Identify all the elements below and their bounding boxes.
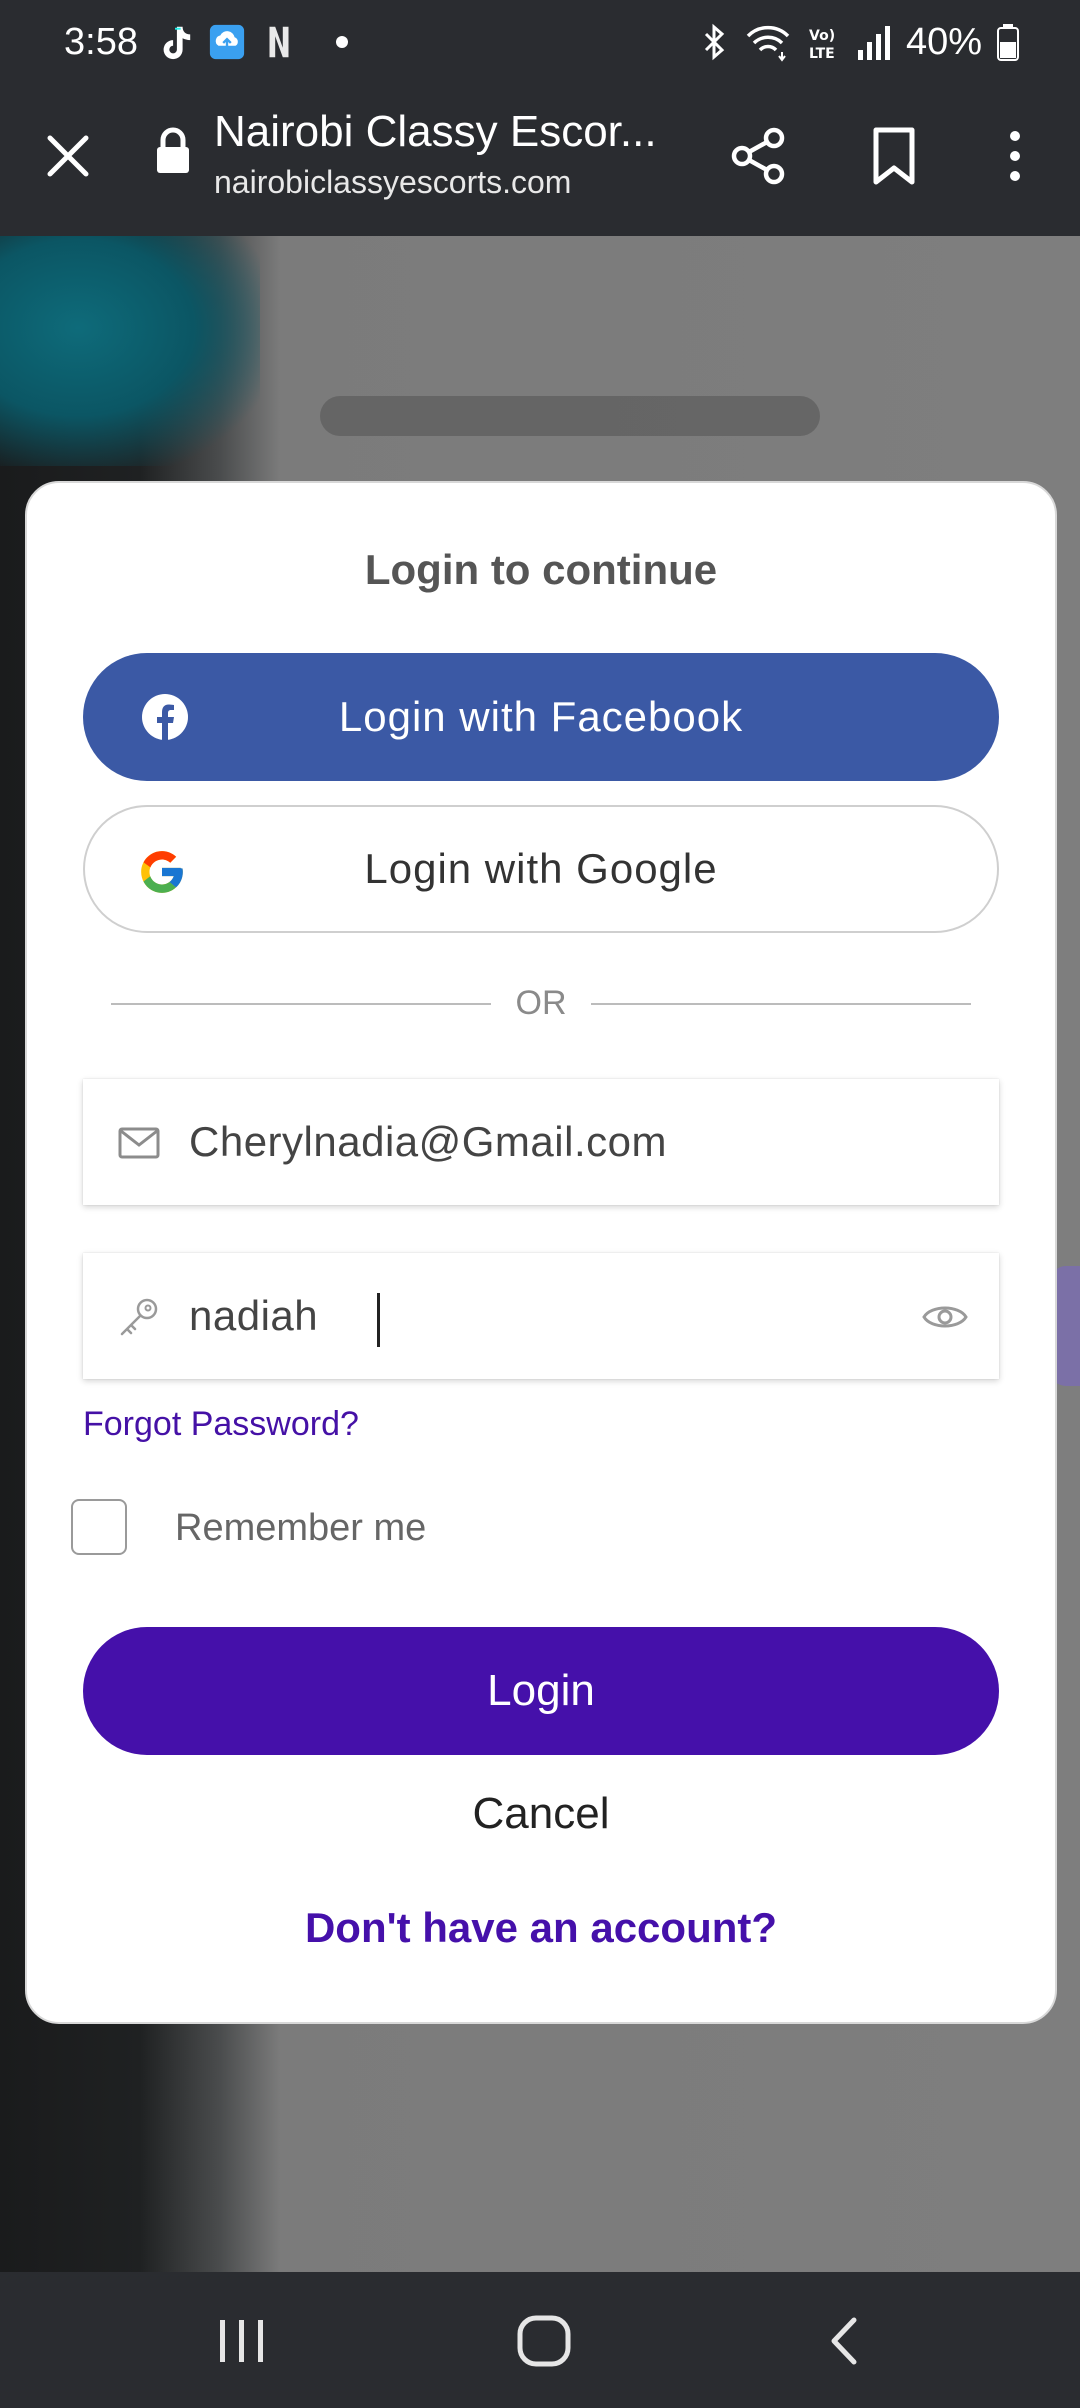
svg-text:LTE: LTE: [809, 46, 835, 62]
email-input[interactable]: [189, 1107, 889, 1177]
cloud-upload-icon: [209, 24, 245, 60]
recent-apps-icon[interactable]: [216, 2316, 268, 2366]
battery-icon: [997, 24, 1019, 61]
svg-text:Vo): Vo): [809, 28, 835, 44]
volte-icon: Vo) LTE: [809, 28, 835, 62]
notification-dot: [336, 36, 348, 48]
home-icon[interactable]: [516, 2314, 572, 2368]
cancel-button[interactable]: Cancel: [27, 1789, 1055, 1839]
text-cursor: [377, 1293, 380, 1347]
key-icon: [120, 1298, 158, 1336]
login-modal: Login to continue Login with Facebook Lo…: [25, 481, 1057, 2024]
show-password-icon[interactable]: [921, 1297, 969, 1337]
email-field[interactable]: [83, 1079, 999, 1205]
facebook-button-label: Login with Facebook: [338, 693, 744, 740]
remember-me-option[interactable]: Remember me: [71, 1499, 571, 1559]
login-button-label: Login: [487, 1666, 595, 1715]
bookmark-icon[interactable]: [868, 126, 920, 186]
browser-toolbar: Nairobi Classy Escor... nairobiclassyesc…: [0, 84, 1080, 236]
more-options-icon[interactable]: [1000, 126, 1030, 186]
forgot-password-link[interactable]: Forgot Password?: [83, 1403, 359, 1445]
signal-icon: [857, 26, 890, 60]
remember-me-label[interactable]: Remember me: [175, 1507, 426, 1549]
backdrop-text-blur: [320, 396, 820, 436]
wifi-icon: [746, 25, 790, 62]
back-icon[interactable]: [824, 2314, 864, 2368]
backdrop-image-blur: [0, 236, 260, 466]
tiktok-icon: [163, 26, 191, 60]
page-title[interactable]: Nairobi Classy Escor...: [214, 106, 674, 158]
share-icon[interactable]: [728, 126, 788, 186]
or-divider: OR: [111, 983, 971, 1023]
remember-me-checkbox[interactable]: [71, 1499, 127, 1555]
signup-link[interactable]: Don't have an account?: [27, 1903, 1055, 1953]
netflix-icon: [269, 26, 289, 58]
login-button[interactable]: Login: [83, 1627, 999, 1755]
google-button-label: Login with Google: [364, 845, 718, 892]
system-indicators: Vo) LTE 40%: [700, 18, 1020, 66]
page-url[interactable]: nairobiclassyescorts.com: [214, 162, 571, 202]
login-google-button[interactable]: Login with Google: [83, 805, 999, 933]
system-navigation-bar: [0, 2272, 1080, 2408]
login-facebook-button[interactable]: Login with Facebook: [83, 653, 999, 781]
status-bar: 3:58 Vo) LTE 40%: [0, 0, 1080, 84]
battery-percentage: 40%: [905, 21, 982, 63]
divider-line-right: [591, 1003, 971, 1005]
modal-title: Login to continue: [364, 546, 718, 593]
notification-icons: [156, 22, 348, 62]
bluetooth-icon: [704, 23, 725, 61]
envelope-icon: [118, 1127, 160, 1159]
close-icon[interactable]: [40, 128, 96, 184]
lock-icon[interactable]: [154, 126, 192, 176]
password-field[interactable]: [83, 1253, 999, 1379]
password-input[interactable]: [189, 1281, 889, 1351]
status-time: 3:58: [64, 21, 138, 63]
